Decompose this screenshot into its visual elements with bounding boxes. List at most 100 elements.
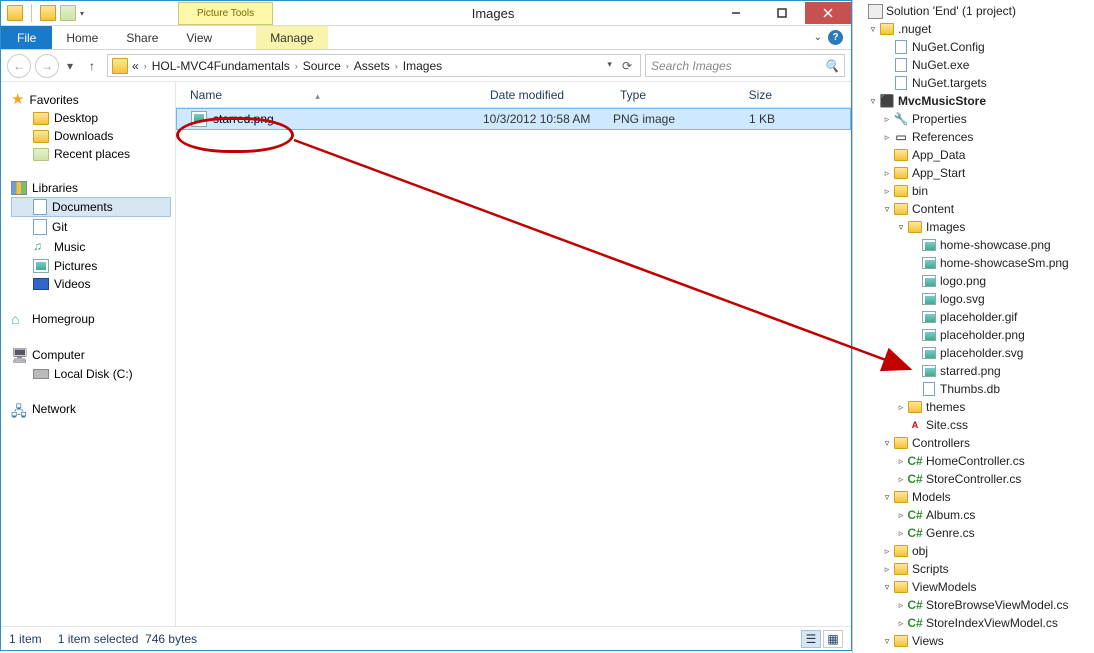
solution-item[interactable]: 🔧Properties: [853, 110, 1094, 128]
solution-item[interactable]: App_Start: [853, 164, 1094, 182]
file-type: PNG image: [613, 112, 725, 126]
nav-network[interactable]: 🖧Network: [11, 399, 171, 419]
solution-item[interactable]: .nuget: [853, 20, 1094, 38]
search-icon: 🔍: [824, 59, 839, 73]
nav-music[interactable]: ♫Music: [11, 237, 171, 257]
view-large-button[interactable]: ▦: [823, 630, 843, 648]
solution-item[interactable]: themes: [853, 398, 1094, 416]
nav-desktop[interactable]: Desktop: [11, 109, 171, 127]
solution-item[interactable]: logo.png: [853, 272, 1094, 290]
window-title: Images: [273, 6, 713, 21]
solution-item[interactable]: logo.svg: [853, 290, 1094, 308]
nav-favorites[interactable]: ★Favorites: [11, 90, 171, 109]
nav-documents[interactable]: Documents: [11, 197, 171, 217]
app-icon: [7, 5, 23, 21]
qat-more-icon[interactable]: ▾: [80, 9, 84, 18]
solution-item[interactable]: C#StoreBrowseViewModel.cs: [853, 596, 1094, 614]
file-row[interactable]: starred.png 10/3/2012 10:58 AM PNG image…: [176, 108, 851, 130]
address-bar[interactable]: «› HOL-MVC4Fundamentals› Source› Assets›…: [107, 54, 641, 77]
ribbon-tab-share[interactable]: Share: [112, 26, 172, 49]
minimize-button[interactable]: [713, 2, 759, 24]
file-icon: [191, 111, 207, 127]
ribbon-file-tab[interactable]: File: [1, 26, 52, 49]
maximize-button[interactable]: [759, 2, 805, 24]
address-dropdown-icon[interactable]: ▾: [603, 59, 616, 73]
nav-pictures[interactable]: Pictures: [11, 257, 171, 275]
solution-item[interactable]: C#Genre.cs: [853, 524, 1094, 542]
solution-item[interactable]: C#Album.cs: [853, 506, 1094, 524]
col-name[interactable]: Name ▴: [182, 88, 482, 102]
status-bytes: 746 bytes: [145, 632, 197, 646]
col-size[interactable]: Size: [724, 88, 780, 102]
solution-item[interactable]: bin: [853, 182, 1094, 200]
solution-item[interactable]: Views: [853, 632, 1094, 650]
crumb-0[interactable]: HOL-MVC4Fundamentals: [152, 59, 290, 73]
solution-item[interactable]: home-showcase.png: [853, 236, 1094, 254]
status-count: 1 item: [9, 632, 42, 646]
solution-item[interactable]: placeholder.gif: [853, 308, 1094, 326]
solution-item[interactable]: home-showcaseSm.png: [853, 254, 1094, 272]
solution-item[interactable]: starred.png: [853, 362, 1094, 380]
ribbon-tab-manage[interactable]: Manage: [256, 26, 327, 49]
crumb-3[interactable]: Images: [403, 59, 442, 73]
nav-libraries[interactable]: Libraries: [11, 179, 171, 197]
refresh-icon[interactable]: ⟳: [618, 59, 636, 73]
solution-item[interactable]: obj: [853, 542, 1094, 560]
ribbon-tab-view[interactable]: View: [172, 26, 226, 49]
nav-recent-places[interactable]: Recent places: [11, 145, 171, 163]
nav-videos[interactable]: Videos: [11, 275, 171, 293]
nav-computer[interactable]: 🖥Computer: [11, 345, 171, 365]
solution-item[interactable]: placeholder.svg: [853, 344, 1094, 362]
col-type[interactable]: Type: [612, 88, 724, 102]
context-tab-label: Picture Tools: [178, 2, 273, 25]
solution-item[interactable]: ▭References: [853, 128, 1094, 146]
solution-item[interactable]: NuGet.Config: [853, 38, 1094, 56]
solution-item[interactable]: Thumbs.db: [853, 380, 1094, 398]
solution-item[interactable]: C#StoreIndexViewModel.cs: [853, 614, 1094, 632]
forward-button[interactable]: →: [35, 54, 59, 78]
col-date[interactable]: Date modified: [482, 88, 612, 102]
crumb-1[interactable]: Source: [303, 59, 341, 73]
ribbon-tab-home[interactable]: Home: [52, 26, 112, 49]
navigation-pane: ★Favorites Desktop Downloads Recent plac…: [1, 82, 176, 626]
close-button[interactable]: [805, 2, 851, 24]
search-input[interactable]: Search Images 🔍: [645, 54, 845, 77]
solution-item[interactable]: ⬛MvcMusicStore: [853, 92, 1094, 110]
solution-item[interactable]: placeholder.png: [853, 326, 1094, 344]
file-name: starred.png: [213, 112, 274, 126]
solution-item[interactable]: Models: [853, 488, 1094, 506]
nav-homegroup[interactable]: ⌂Homegroup: [11, 309, 171, 329]
solution-item[interactable]: Scripts: [853, 560, 1094, 578]
solution-item[interactable]: App_Data: [853, 146, 1094, 164]
location-icon: [112, 58, 128, 74]
help-icon[interactable]: ?: [828, 30, 843, 45]
solution-item[interactable]: Content: [853, 200, 1094, 218]
solution-item[interactable]: ViewModels: [853, 578, 1094, 596]
solution-root[interactable]: Solution 'End' (1 project): [853, 2, 1094, 20]
solution-item[interactable]: C#StoreController.cs: [853, 470, 1094, 488]
history-dropdown-icon[interactable]: ▾: [63, 59, 77, 73]
file-list: Name ▴ Date modified Type Size starred.p…: [176, 82, 851, 626]
qat-newfolder-icon[interactable]: [60, 5, 76, 21]
crumb-2[interactable]: Assets: [354, 59, 390, 73]
view-details-button[interactable]: ☰: [801, 630, 821, 648]
solution-item[interactable]: C#HomeController.cs: [853, 452, 1094, 470]
back-button[interactable]: ←: [7, 54, 31, 78]
column-headers: Name ▴ Date modified Type Size: [176, 82, 851, 108]
nav-git[interactable]: Git: [11, 217, 171, 237]
solution-item[interactable]: Controllers: [853, 434, 1094, 452]
nav-local-disk[interactable]: Local Disk (C:): [11, 365, 171, 383]
quick-access-toolbar: ▾: [1, 1, 84, 25]
ribbon-expand-icon[interactable]: ⌄: [814, 32, 822, 43]
solution-item[interactable]: Images: [853, 218, 1094, 236]
solution-item[interactable]: NuGet.exe: [853, 56, 1094, 74]
nav-downloads[interactable]: Downloads: [11, 127, 171, 145]
solution-item[interactable]: NuGet.targets: [853, 74, 1094, 92]
address-bar-row: ← → ▾ ↑ «› HOL-MVC4Fundamentals› Source›…: [1, 50, 851, 82]
up-button[interactable]: ↑: [81, 55, 103, 77]
qat-properties-icon[interactable]: [40, 5, 56, 21]
ribbon-tabs: File Home Share View Manage ⌄ ?: [1, 26, 851, 50]
status-selection: 1 item selected: [58, 632, 139, 646]
crumb-overflow[interactable]: «: [132, 59, 139, 73]
solution-item[interactable]: ASite.css: [853, 416, 1094, 434]
